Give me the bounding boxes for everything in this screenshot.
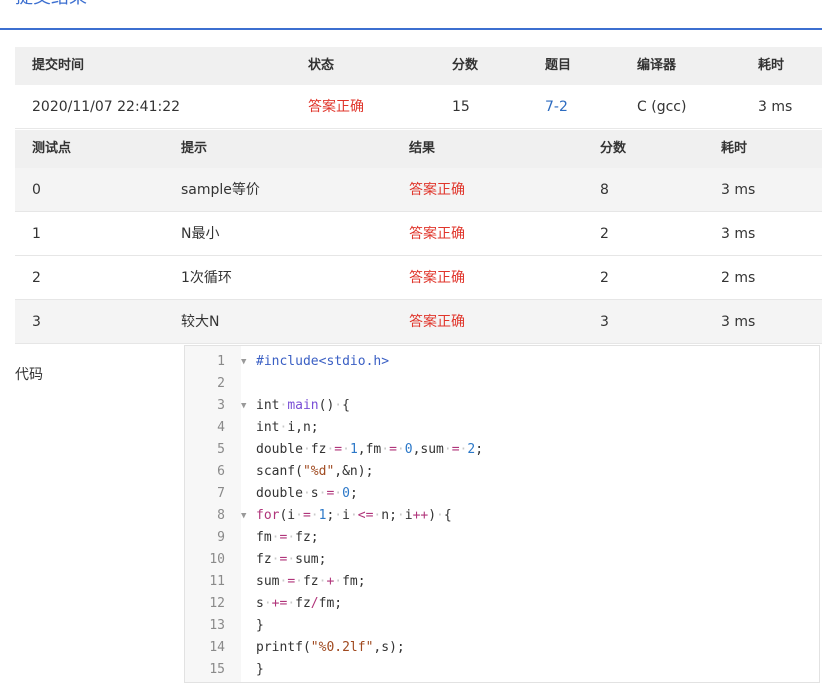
code-text: int·main()·{ <box>256 398 350 413</box>
test-hint: 1次循环 <box>181 270 232 286</box>
status-badge: 答案正确 <box>308 99 364 115</box>
code-line: 7 double·s·=·0; <box>185 483 819 505</box>
line-number: 7 <box>217 486 225 501</box>
test-hint: 较大N <box>181 314 220 330</box>
line-number: 13 <box>209 618 225 633</box>
test-id: 3 <box>32 314 41 330</box>
line-number: 4 <box>217 420 225 435</box>
code-text: printf("%0.2lf",s); <box>256 640 405 655</box>
fold-arrow-icon[interactable]: ▼ <box>241 351 253 373</box>
code-viewer[interactable]: 1 ▼ #include<stdio.h> 2 3 ▼ int·main()·{4 int·i… <box>184 345 820 683</box>
test-score: 8 <box>600 182 609 198</box>
test-time: 2 ms <box>721 270 756 286</box>
tests-header-row: 测试点 提示 结果 分数 耗时 <box>15 130 822 168</box>
code-line: 13} <box>185 615 819 637</box>
code-line: 10 fz·=·sum; <box>185 549 819 571</box>
line-number: 10 <box>209 552 225 567</box>
code-line: 8 ▼ for(i·=·1;·i·<=·n;·i++)·{ <box>185 505 819 527</box>
code-line: 5 double·fz·=·1,fm·=·0,sum·=·2; <box>185 439 819 461</box>
line-number: 11 <box>209 574 225 589</box>
summary-header-problem: 题目 <box>545 58 572 73</box>
test-id: 2 <box>32 270 41 286</box>
line-number: 12 <box>209 596 225 611</box>
code-text: int·i,n; <box>256 420 319 435</box>
summary-row: 2020/11/07 22:41:22 答案正确 15 7-2 C (gcc) … <box>15 85 822 129</box>
code-text: s·+=·fz/fm; <box>256 596 343 611</box>
code-text: double·fz·=·1,fm·=·0,sum·=·2; <box>256 442 484 457</box>
table-row: 1 N最小 答案正确 2 3 ms <box>15 212 822 256</box>
code-line: 4 int·i,n; <box>185 417 819 439</box>
line-number: 15 <box>209 662 225 677</box>
summary-header-duration: 耗时 <box>758 58 785 73</box>
test-result: 答案正确 <box>409 226 465 242</box>
code-line: 9 fm·=·fz; <box>185 527 819 549</box>
code-text: } <box>256 618 264 633</box>
code-line: 2 <box>185 373 819 395</box>
table-row: 2 1次循环 答案正确 2 2 ms <box>15 256 822 300</box>
title-divider <box>0 28 822 30</box>
summary-header-row: 提交时间 状态 分数 题目 编译器 耗时 <box>15 47 822 85</box>
test-id: 1 <box>32 226 41 242</box>
line-number: 6 <box>217 464 225 479</box>
summary-header-time: 提交时间 <box>32 58 85 73</box>
line-number: 14 <box>209 640 225 655</box>
line-number: 5 <box>217 442 225 457</box>
problem-link[interactable]: 7-2 <box>545 85 568 129</box>
summary-header-compiler: 编译器 <box>637 58 677 73</box>
test-score: 3 <box>600 314 609 330</box>
page-title: 提交结果 <box>15 0 87 9</box>
fold-arrow-icon[interactable]: ▼ <box>241 505 253 527</box>
code-line: 15} <box>185 659 819 681</box>
line-number: 8 <box>217 508 225 523</box>
tests-header-score: 分数 <box>600 141 627 156</box>
total-score: 15 <box>452 99 470 115</box>
code-line: 12 s·+=·fz/fm; <box>185 593 819 615</box>
submit-time: 2020/11/07 22:41:22 <box>32 99 181 115</box>
compiler-value: C (gcc) <box>637 99 687 115</box>
table-row: 0 sample等价 答案正确 8 3 ms <box>15 168 822 212</box>
code-line: 6 scanf("%d",&n); <box>185 461 819 483</box>
table-row: 3 较大N 答案正确 3 3 ms <box>15 300 822 344</box>
submission-summary-table: 提交时间 状态 分数 题目 编译器 耗时 2020/11/07 22:41:22… <box>15 47 822 129</box>
test-result: 答案正确 <box>409 314 465 330</box>
test-score: 2 <box>600 226 609 242</box>
test-hint: N最小 <box>181 226 220 242</box>
code-text: sum·=·fz·+·fm; <box>256 574 366 589</box>
line-number: 9 <box>217 530 225 545</box>
test-result: 答案正确 <box>409 182 465 198</box>
test-time: 3 ms <box>721 182 756 198</box>
test-time: 3 ms <box>721 226 756 242</box>
test-hint: sample等价 <box>181 182 260 198</box>
code-text: for(i·=·1;·i·<=·n;·i++)·{ <box>256 508 452 523</box>
summary-header-score: 分数 <box>452 58 479 73</box>
fold-arrow-icon[interactable]: ▼ <box>241 395 253 417</box>
test-id: 0 <box>32 182 41 198</box>
test-score: 2 <box>600 270 609 286</box>
code-line: 11 sum·=·fz·+·fm; <box>185 571 819 593</box>
tests-header-hint: 提示 <box>181 141 208 156</box>
code-text: fz·=·sum; <box>256 552 327 567</box>
line-number: 3 <box>217 398 225 413</box>
code-text: double·s·=·0; <box>256 486 358 501</box>
test-time: 3 ms <box>721 314 756 330</box>
tests-header-id: 测试点 <box>32 141 72 156</box>
code-text: } <box>256 662 264 677</box>
code-line: 3 ▼ int·main()·{ <box>185 395 819 417</box>
duration-value: 3 ms <box>758 99 793 115</box>
test-result: 答案正确 <box>409 270 465 286</box>
code-label: 代码 <box>15 367 43 383</box>
line-number: 2 <box>217 376 225 391</box>
code-line: 14 printf("%0.2lf",s); <box>185 637 819 659</box>
code-text: scanf("%d",&n); <box>256 464 374 479</box>
code-text: fm·=·fz; <box>256 530 319 545</box>
line-number: 1 <box>217 354 225 369</box>
test-points-table: 测试点 提示 结果 分数 耗时 0 sample等价 答案正确 8 3 ms 1… <box>15 130 822 344</box>
code-line: 1 ▼ #include<stdio.h> <box>185 351 819 373</box>
tests-header-time: 耗时 <box>721 141 748 156</box>
tests-header-result: 结果 <box>409 141 436 156</box>
code-text: #include<stdio.h> <box>256 354 390 369</box>
summary-header-status: 状态 <box>308 58 335 73</box>
